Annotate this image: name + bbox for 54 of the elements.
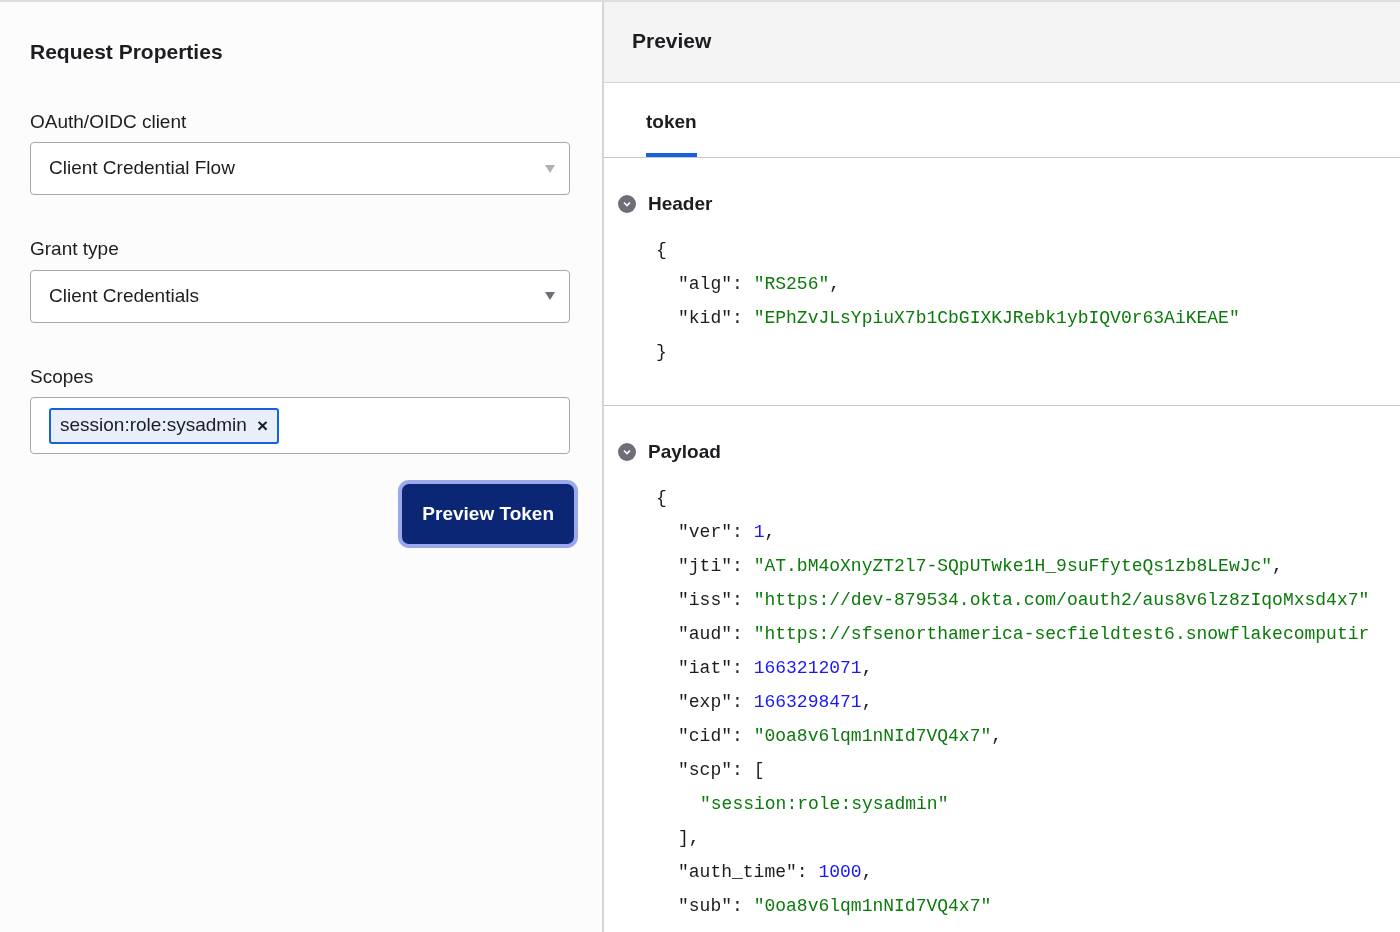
json-comma: , (991, 724, 1003, 748)
json-string: "EPhZvJLsYpiuX7b1CbGIXKJRebk1ybIQV0r63AiKEAE" (753, 306, 1240, 330)
caret-icon (545, 164, 555, 173)
json-string: "0oa8v6lqm1nNId7VQ4x7" (753, 724, 992, 748)
json-number: 1 (753, 520, 765, 544)
json-key: "cid": (678, 718, 743, 753)
json-key: "jti": (678, 548, 743, 583)
json-number: 1663298471 (753, 690, 862, 714)
caret-icon (545, 292, 555, 300)
json-key: "aud": (678, 616, 743, 651)
dropdown-value: Client Credential Flow (49, 156, 235, 181)
json-comma: , (861, 860, 873, 884)
dropdown[interactable]: Client Credentials (30, 269, 570, 323)
json-comma: , (764, 520, 776, 544)
json-bracket: [ (753, 758, 765, 782)
json-key: "scp": (678, 752, 743, 787)
json-number: 1663212071 (753, 656, 862, 680)
section-title: Payload (648, 440, 721, 464)
remove-tag-button[interactable]: × (256, 416, 269, 435)
field-label: Grant type (30, 237, 120, 261)
field-label: OAuth/OIDC client (30, 109, 188, 134)
dropdown-value: Client Credentials (49, 283, 199, 308)
json-string: "RS256" (753, 272, 830, 296)
json-brace: { (656, 486, 667, 510)
json-key: "kid": (678, 300, 743, 335)
json-key: "alg": (678, 266, 743, 301)
json-number: 1000 (818, 860, 862, 884)
tab[interactable]: token (646, 83, 697, 157)
json-brace: } (656, 340, 667, 364)
json-comma: , (1272, 554, 1283, 578)
json-key: "auth_time": (678, 854, 808, 889)
json-string: "https://dev-879534.okta.com/oauth2/aus8v6lz8zIqoMxsd4x7" (753, 588, 1370, 612)
json-comma: , (861, 656, 873, 680)
collapse-toggle-icon[interactable] (618, 195, 636, 214)
json-key: "exp": (678, 684, 743, 719)
section-title: Header (648, 192, 713, 216)
json-key: "sub": (678, 888, 743, 923)
json-key: "iss": (678, 582, 743, 617)
field-label: Scopes (30, 364, 95, 389)
json-key: "iat": (678, 650, 743, 685)
json-string: "session:role:sysadmin" (700, 792, 949, 816)
json-comma: , (829, 272, 841, 296)
json-comma: , (861, 690, 873, 714)
tag-label: session:role:sysadmin (60, 413, 247, 438)
scopes-field[interactable]: session:role:sysadmin × (30, 397, 570, 454)
json-brace: { (656, 238, 667, 262)
json-string: "AT.bM4oXnyZT2l7-SQpUTwke1H_9suFfyteQs1zb8LEwJc" (753, 554, 1273, 578)
collapse-toggle-icon[interactable] (618, 443, 636, 462)
json-string: "0oa8v6lqm1nNId7VQ4x7" (753, 894, 992, 918)
panel-title: Request Properties (30, 39, 224, 65)
json-key: "ver": (678, 514, 743, 549)
json-string: "https://sfsenorthamerica-secfieldtest6.snowflakecomputir (753, 622, 1370, 646)
json-bracket: ], (678, 826, 700, 850)
preview-title: Preview (632, 28, 712, 55)
